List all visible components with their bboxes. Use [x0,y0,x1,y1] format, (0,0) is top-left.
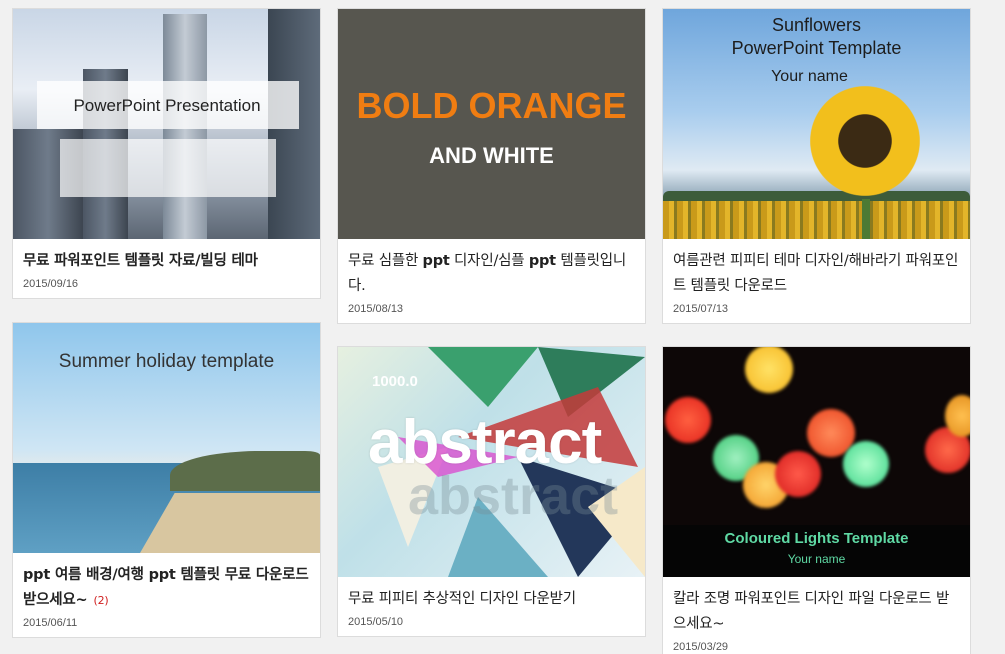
comment-count: (2) [93,594,109,607]
post-thumbnail[interactable]: 1000.0 abstract abstract [338,347,645,577]
post-title[interactable]: 무료 피피티 추상적인 디자인 다운받기 [348,587,635,612]
post-card[interactable]: PowerPoint Presentation 무료 파워포인트 템플릿 자료/… [12,8,321,299]
thumbnail-caption: BOLD ORANGE [356,85,627,126]
light-dot [745,347,793,393]
post-title[interactable]: ppt 여름 배경/여행 ppt 템플릿 무료 다운로드 받으세요~ (2) [23,563,310,613]
sunflower-field-shape [663,201,970,239]
light-dot [843,441,889,487]
post-date: 2015/03/29 [673,641,729,653]
post-date: 2015/08/13 [348,303,404,315]
post-date: 2015/09/16 [23,278,79,290]
post-thumbnail[interactable]: Sunflowers PowerPoint Template Your name [663,9,970,239]
post-card[interactable]: Coloured Lights Template Your name 칼라 조명… [662,346,971,654]
thumbnail-author: Your name [787,552,846,566]
thumbnail-caption: abstract [368,408,602,477]
thumbnail-caption: Summer holiday template [58,351,275,372]
post-date: 2015/06/11 [23,617,78,629]
post-thumbnail[interactable]: PowerPoint Presentation [13,9,320,239]
post-date: 2015/05/10 [348,616,404,628]
thumbnail-caption: Coloured Lights Template [724,530,909,547]
post-thumbnail[interactable]: Coloured Lights Template Your name [663,347,970,577]
thumbnail-subcaption: AND WHITE [429,143,554,168]
post-title[interactable]: 무료 파워포인트 템플릿 자료/빌딩 테마 [23,249,310,274]
thumbnail-number: 1000.0 [372,373,418,390]
thumbnail-caption: Sunflowers [771,15,862,35]
light-dot [775,451,821,497]
post-card[interactable]: BOLD ORANGE AND WHITE 무료 심플한 ppt 디자인/심플 … [337,8,646,324]
light-dot [665,397,711,443]
post-card[interactable]: Summer holiday template ppt 여름 배경/여행 ppt… [12,322,321,638]
post-title[interactable]: 칼라 조명 파워포인트 디자인 파일 다운로드 받으세요~ [673,587,960,637]
post-title-part: 무료 심플한 [348,253,423,269]
subtitle-panel [60,139,276,197]
post-title-text: ppt 여름 배경/여행 ppt 템플릿 무료 다운로드 받으세요~ [23,567,309,608]
thumbnail-caption: PowerPoint Presentation [73,96,261,115]
stem-shape [862,199,870,239]
sunflower-icon [803,79,927,203]
post-thumbnail[interactable]: BOLD ORANGE AND WHITE [338,9,645,239]
post-title[interactable]: 무료 심플한 ppt 디자인/심플 ppt 템플릿입니다. [348,249,635,299]
hill-shape [170,451,320,491]
post-title-part: 디자인/심플 [449,253,529,269]
post-date: 2015/07/13 [673,303,729,315]
post-card[interactable]: Sunflowers PowerPoint Template Your name… [662,8,971,324]
thumbnail-author: Your name [771,68,848,85]
thumbnail-subcaption: PowerPoint Template [731,38,902,58]
post-title-part: ppt [528,253,556,269]
post-card[interactable]: 1000.0 abstract abstract 무료 피피티 추상적인 디자인… [337,346,646,637]
post-thumbnail[interactable]: Summer holiday template [13,323,320,553]
post-title-part: ppt [422,253,450,269]
post-title[interactable]: 여름관련 피피티 테마 디자인/해바라기 파워포인트 템플릿 다운로드 [673,249,960,299]
